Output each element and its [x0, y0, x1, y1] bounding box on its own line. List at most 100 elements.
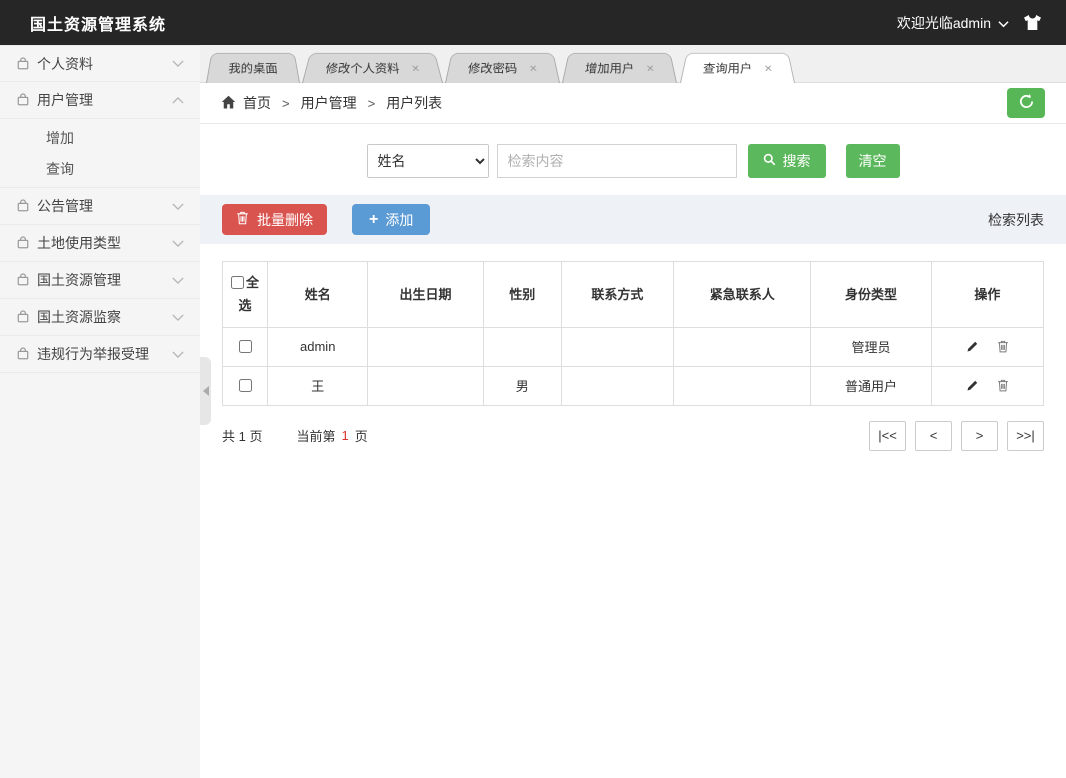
bag-icon — [16, 56, 30, 71]
sidebar-subitem-query[interactable]: 查询 — [0, 153, 200, 184]
tab-label: 修改个人资料 — [324, 61, 401, 76]
breadcrumb: 首页 > 用户管理 > 用户列表 — [200, 83, 1066, 124]
search-row: 姓名 搜索 清空 — [200, 124, 1066, 195]
current-page-number: 1 — [341, 428, 349, 444]
row-select-cell — [221, 365, 269, 406]
cell-identity-type: 普通用户 — [810, 365, 932, 406]
cell-birth-date — [367, 365, 484, 406]
tabbar: 我的桌面 修改个人资料 × 修改密码 × 增加用户 × 查询用户 × — [200, 45, 1066, 83]
sidebar-subitem-label: 增加 — [46, 129, 74, 146]
user-table-container: 全选 姓名 出生日期 性别 联系方式 紧急联系人 身份类型 操作 admin 管… — [200, 244, 1066, 406]
sidebar-item-personal-info[interactable]: 个人资料 — [0, 45, 200, 82]
tab-query-user[interactable]: 查询用户 × — [679, 52, 795, 83]
chevron-down-icon — [998, 15, 1009, 31]
tab-edit-profile[interactable]: 修改个人资料 × — [302, 52, 444, 83]
close-tab-icon[interactable]: × — [763, 61, 772, 75]
table-row: 王 男 普通用户 — [221, 365, 1045, 406]
search-button[interactable]: 搜索 — [747, 144, 826, 178]
layout: 个人资料 用户管理 增加 查询 公告管理 土地使用类型 国土资源管理 国土资源监… — [0, 45, 1066, 778]
user-menu[interactable]: 欢迎光临admin — [897, 13, 1009, 33]
sidebar-submenu-user-management: 增加 查询 — [0, 119, 200, 188]
home-icon — [221, 95, 236, 112]
batch-delete-button[interactable]: 批量删除 — [222, 204, 327, 235]
last-page-button[interactable]: >>| — [1007, 420, 1044, 451]
cell-gender — [482, 326, 562, 367]
sidebar-item-violation-reports[interactable]: 违规行为举报受理 — [0, 336, 200, 373]
edit-icon[interactable] — [966, 340, 979, 353]
cell-birth-date — [367, 326, 484, 367]
edit-icon[interactable] — [966, 379, 979, 392]
cell-actions — [930, 326, 1045, 367]
sidebar-item-land-resource-supervision[interactable]: 国土资源监察 — [0, 299, 200, 336]
sidebar-item-announcements[interactable]: 公告管理 — [0, 188, 200, 225]
chevron-down-icon — [172, 239, 184, 248]
main-content: 我的桌面 修改个人资料 × 修改密码 × 增加用户 × 查询用户 × 首页 > … — [200, 45, 1066, 778]
sidebar-collapse-handle[interactable] — [200, 357, 211, 425]
search-list-label: 检索列表 — [988, 211, 1044, 228]
batch-delete-label: 批量删除 — [257, 211, 313, 228]
table-row: admin 管理员 — [221, 326, 1045, 367]
header-identity-type: 身份类型 — [810, 261, 932, 328]
tab-my-desktop[interactable]: 我的桌面 — [206, 52, 301, 83]
header-emergency-contact: 紧急联系人 — [673, 261, 812, 328]
clear-button[interactable]: 清空 — [845, 144, 900, 178]
sidebar-item-land-resource-management[interactable]: 国土资源管理 — [0, 262, 200, 299]
bag-icon — [16, 93, 30, 107]
sidebar-item-user-management[interactable]: 用户管理 — [0, 82, 200, 119]
breadcrumb-user-list: 用户列表 — [386, 95, 443, 111]
collapse-arrow-icon — [202, 386, 209, 396]
bag-icon — [16, 236, 30, 250]
delete-icon[interactable] — [997, 379, 1009, 392]
search-icon — [763, 153, 776, 169]
add-button[interactable]: + 添加 — [352, 204, 431, 235]
sidebar: 个人资料 用户管理 增加 查询 公告管理 土地使用类型 国土资源管理 国土资源监… — [0, 45, 211, 778]
chevron-down-icon — [172, 59, 184, 68]
sidebar-item-label: 土地使用类型 — [37, 235, 121, 251]
row-checkbox[interactable] — [239, 379, 253, 393]
sidebar-item-label: 国土资源监察 — [37, 309, 121, 325]
header-name: 姓名 — [267, 261, 369, 328]
tab-change-password[interactable]: 修改密码 × — [445, 52, 561, 83]
cell-emergency-contact — [673, 365, 812, 406]
search-field-select[interactable]: 姓名 — [366, 144, 489, 178]
sidebar-item-label: 用户管理 — [37, 92, 93, 108]
select-all-control: 全选 — [231, 275, 259, 313]
chevron-down-icon — [172, 276, 184, 285]
sidebar-item-label: 公告管理 — [37, 198, 93, 214]
chevron-down-icon — [172, 350, 184, 359]
topbar: 国土资源管理系统 欢迎光临admin — [0, 0, 1066, 45]
close-tab-icon[interactable]: × — [529, 61, 538, 75]
sidebar-item-label: 国土资源管理 — [37, 272, 121, 288]
close-tab-icon[interactable]: × — [411, 61, 421, 75]
breadcrumb-home[interactable]: 首页 — [221, 93, 271, 113]
select-all-checkbox[interactable] — [231, 276, 245, 289]
sidebar-item-label: 违规行为举报受理 — [37, 346, 149, 362]
chevron-up-icon — [172, 96, 184, 105]
delete-icon[interactable] — [997, 340, 1009, 353]
sidebar-item-land-use-types[interactable]: 土地使用类型 — [0, 225, 200, 262]
tab-label: 我的桌面 — [227, 61, 279, 76]
header-actions: 操作 — [930, 261, 1045, 328]
app-title-text: 国土资源管理系统 — [30, 16, 167, 34]
close-tab-icon[interactable]: × — [646, 61, 655, 75]
row-checkbox[interactable] — [239, 340, 253, 354]
first-page-button[interactable]: |<< — [869, 420, 906, 451]
refresh-button[interactable] — [1007, 88, 1045, 118]
tab-add-user[interactable]: 增加用户 × — [562, 52, 678, 83]
search-input[interactable] — [496, 144, 737, 178]
user-table: 全选 姓名 出生日期 性别 联系方式 紧急联系人 身份类型 操作 admin 管… — [221, 261, 1045, 406]
next-page-button[interactable]: > — [961, 420, 998, 451]
header-gender: 性别 — [482, 261, 562, 328]
tab-label: 增加用户 — [584, 61, 635, 76]
theme-shirt-icon[interactable] — [1023, 14, 1042, 31]
breadcrumb-user-management[interactable]: 用户管理 — [301, 93, 357, 113]
tab-label: 查询用户 — [701, 61, 753, 76]
bag-icon — [16, 199, 30, 213]
prev-page-button[interactable]: < — [915, 420, 952, 451]
current-page-suffix: 页 — [354, 429, 368, 445]
cell-emergency-contact — [673, 326, 812, 367]
sidebar-subitem-add[interactable]: 增加 — [0, 122, 200, 153]
cell-actions — [930, 365, 1045, 406]
breadcrumb-home-label: 首页 — [243, 95, 271, 111]
refresh-icon — [1018, 93, 1035, 113]
